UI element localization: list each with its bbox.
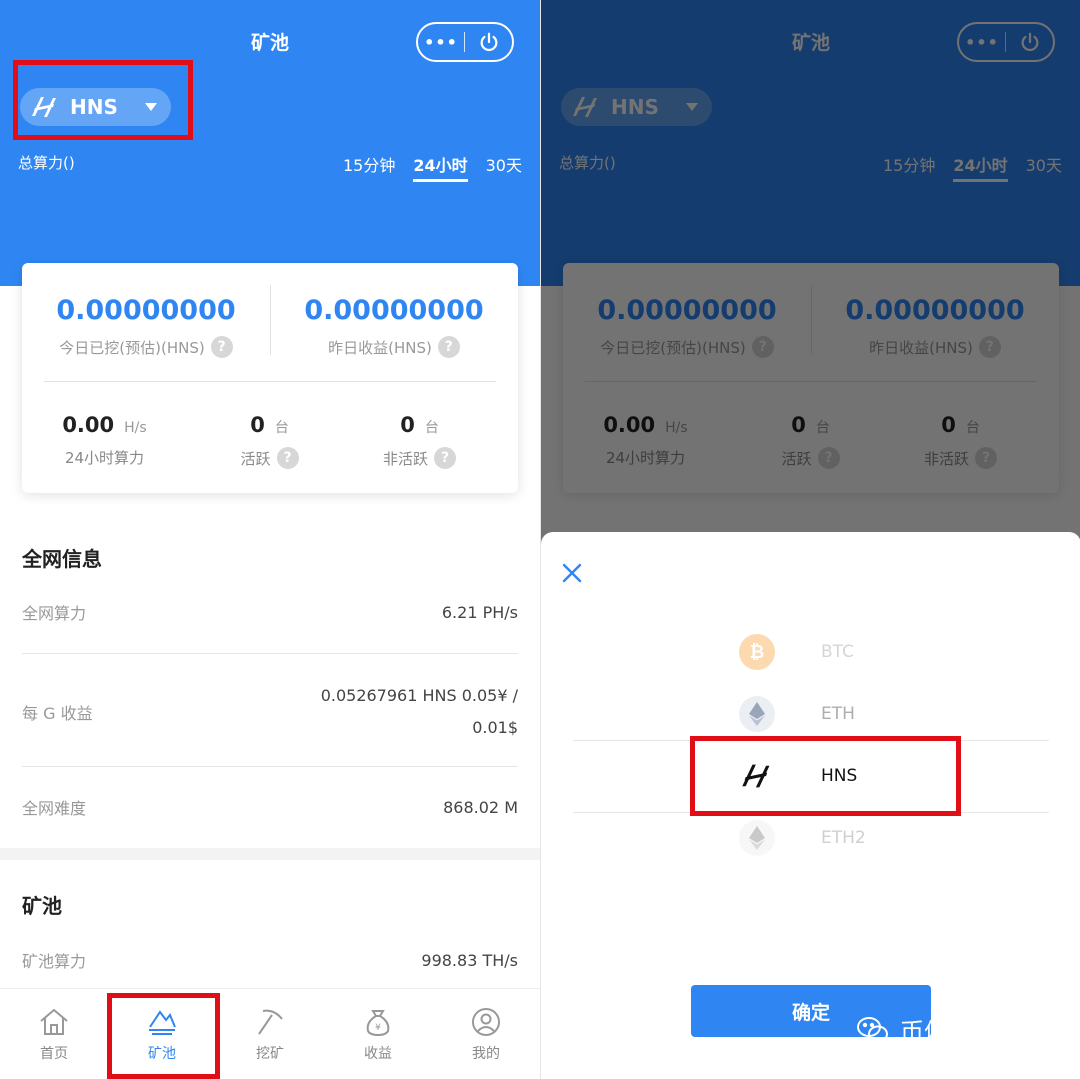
divider — [22, 766, 518, 767]
picker-option-eth2[interactable]: ETH2 — [541, 808, 1080, 868]
more-button[interactable]: ••• — [418, 33, 464, 52]
close-icon[interactable] — [561, 562, 583, 584]
help-icon[interactable]: ? — [434, 447, 456, 469]
today-mined-value: 0.00000000 — [56, 295, 236, 326]
tab-mining-label: 挖矿 — [256, 1046, 284, 1062]
btc-icon: ₿ — [739, 634, 775, 670]
network-hashrate-row: 全网算力 6.21 PH/s — [22, 600, 518, 624]
coin-picker-sheet: ₿ BTC ETH HNS ETH2 确定 — [541, 532, 1080, 1079]
difficulty-value: 868.02 M — [443, 797, 518, 817]
difficulty-row: 全网难度 868.02 M — [22, 795, 518, 819]
yesterday-income-stat: 0.00000000 昨日收益(HNS)? — [270, 295, 518, 358]
per-g-income-row: 每 G 收益 0.05267961 HNS 0.05¥ / 0.01$ — [22, 680, 518, 744]
help-icon[interactable]: ? — [276, 447, 299, 469]
svg-text:¥: ¥ — [375, 1023, 381, 1033]
picker-option-label: BTC — [821, 642, 854, 662]
total-hashrate-label: 总算力() — [18, 154, 75, 172]
active-workers-stat: 0台 活跃? — [187, 413, 352, 469]
difficulty-label: 全网难度 — [22, 799, 87, 818]
money-bag-icon: ¥ — [366, 1010, 390, 1037]
hashrate-24h-stat: 0.00 H/s 24小时算力 — [22, 413, 187, 468]
active-workers-value: 0 — [250, 413, 265, 437]
tab-home-label: 首页 — [40, 1046, 68, 1062]
capsule-divider — [464, 32, 465, 52]
picker-option-label: ETH2 — [821, 828, 866, 848]
pool-section-title: 矿池 — [22, 894, 62, 918]
mini-program-capsule: ••• — [416, 22, 514, 62]
network-hashrate-value: 6.21 PH/s — [441, 602, 518, 622]
per-g-income-line2: 0.01$ — [472, 718, 518, 737]
inactive-workers-label: 非活跃 — [382, 449, 428, 468]
range-tabs: 15分钟 24小时 30天 — [343, 152, 522, 182]
active-workers-label: 活跃 — [240, 449, 271, 468]
pickaxe-icon — [258, 1009, 283, 1035]
close-app-button[interactable] — [465, 31, 512, 53]
hashrate-24h-value: 0.00 — [62, 413, 115, 437]
picker-option-btc[interactable]: ₿ BTC — [541, 622, 1080, 682]
range-30d-tab[interactable]: 30天 — [486, 152, 522, 182]
hashrate-24h-label: 24小时算力 — [64, 449, 145, 467]
hashrate-24h-unit: H/s — [124, 420, 147, 436]
watermark-text: 币信可乐矿池 — [900, 1018, 1044, 1046]
yesterday-income-value: 0.00000000 — [304, 295, 484, 326]
range-24h-tab[interactable]: 24小时 — [413, 152, 468, 182]
per-g-income-label: 每 G 收益 — [22, 704, 93, 723]
help-icon[interactable]: ? — [210, 336, 233, 358]
tab-mine-label: 我的 — [472, 1046, 500, 1062]
active-workers-unit: 台 — [274, 420, 289, 436]
divider — [22, 653, 518, 654]
inactive-workers-stat: 0台 非活跃? — [337, 413, 502, 469]
bottom-tab-bar: 首页 矿池 挖矿 ¥ 收益 我的 — [0, 988, 540, 1079]
per-g-income-line1: 0.05267961 HNS 0.05¥ / — [320, 686, 518, 705]
pool-hashrate-value: 998.83 TH/s — [421, 950, 518, 970]
coin-picker-screen: 矿池 ••• HNS 总算力() 15分钟 24小时 30天 0.0000000… — [540, 0, 1080, 1079]
eth-icon — [739, 696, 775, 732]
yesterday-income-label: 昨日收益(HNS) — [328, 338, 432, 357]
wechat-icon — [857, 1016, 888, 1042]
picker-option-label: ETH — [821, 704, 855, 724]
tab-mine[interactable]: 我的 — [432, 989, 540, 1079]
divider — [44, 381, 496, 382]
tab-home[interactable]: 首页 — [0, 989, 108, 1079]
pool-hashrate-label: 矿池算力 — [22, 952, 87, 971]
today-mined-stat: 0.00000000 今日已挖(预估)(HNS)? — [22, 295, 270, 358]
hns-option-highlight-box — [690, 736, 961, 816]
inactive-workers-value: 0 — [400, 413, 415, 437]
range-15min-tab[interactable]: 15分钟 — [343, 152, 395, 182]
tab-income[interactable]: ¥ 收益 — [324, 989, 432, 1079]
pool-hashrate-row: 矿池算力 998.83 TH/s — [22, 948, 518, 972]
eth2-icon — [739, 820, 775, 856]
earnings-card: 0.00000000 今日已挖(预估)(HNS)? 0.00000000 昨日收… — [22, 263, 518, 493]
section-gap — [0, 848, 540, 860]
network-hashrate-label: 全网算力 — [22, 604, 87, 623]
coin-highlight-box — [13, 60, 193, 140]
user-icon — [472, 1008, 500, 1036]
pool-screen: 矿池 ••• HNS 总算力() 15分钟 24小时 30天 0.0000000… — [0, 0, 540, 1079]
help-icon[interactable]: ? — [437, 336, 460, 358]
network-info-title: 全网信息 — [22, 547, 102, 571]
tab-mining[interactable]: 挖矿 — [216, 989, 324, 1079]
power-icon — [480, 32, 497, 52]
today-mined-label: 今日已挖(预估)(HNS) — [59, 338, 205, 357]
home-icon — [40, 1008, 68, 1035]
picker-option-eth[interactable]: ETH — [541, 684, 1080, 744]
inactive-workers-unit: 台 — [424, 420, 439, 436]
wechat-watermark: 币信可乐矿池 — [856, 1012, 1044, 1047]
pool-tab-highlight-box — [107, 993, 220, 1079]
tab-income-label: 收益 — [364, 1046, 392, 1062]
per-g-income-value: 0.05267961 HNS 0.05¥ / 0.01$ — [321, 680, 518, 744]
